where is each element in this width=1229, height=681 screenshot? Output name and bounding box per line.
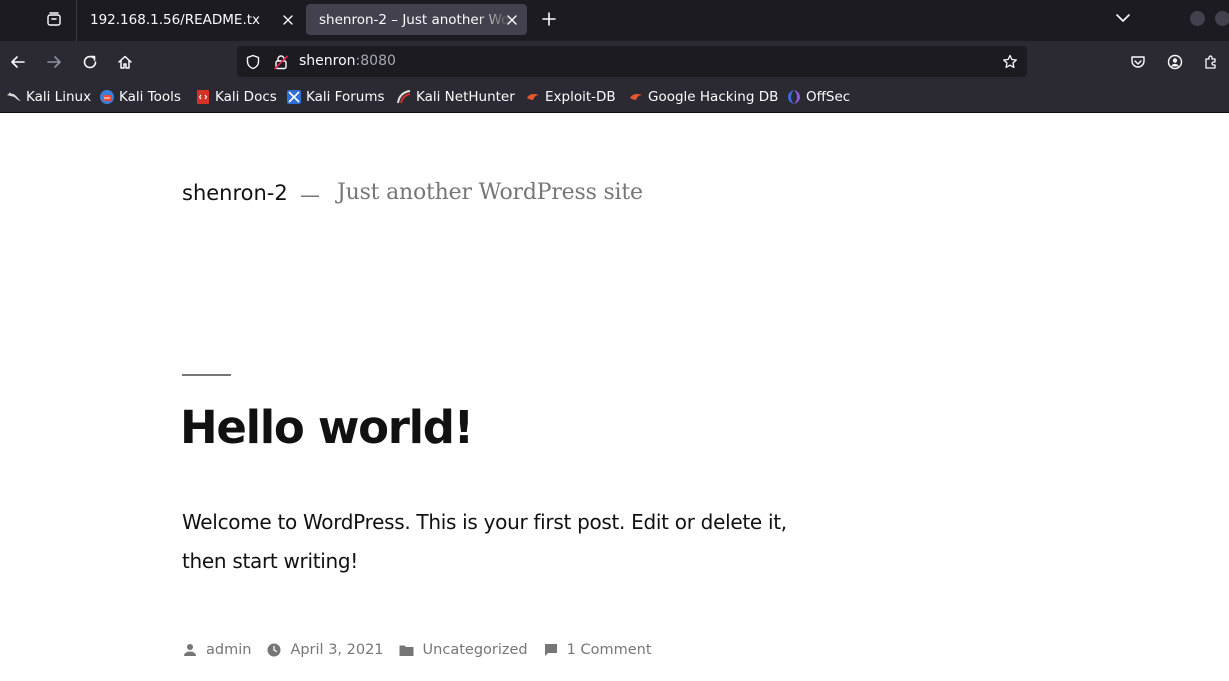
account-button[interactable] xyxy=(1161,48,1189,76)
home-button[interactable] xyxy=(111,48,139,76)
home-icon xyxy=(118,55,132,69)
bookmark-label: Kali Tools xyxy=(119,89,181,105)
insecure-lock-icon xyxy=(274,55,288,70)
close-icon xyxy=(506,14,517,25)
puzzle-icon xyxy=(1205,55,1216,69)
bookmark-page-button[interactable] xyxy=(1001,53,1019,71)
close-tab-button[interactable] xyxy=(280,12,295,27)
bookmark-exploit-db[interactable]: Exploit-DB xyxy=(525,87,616,107)
minimize-button[interactable] xyxy=(1190,11,1205,26)
bookmark-offsec[interactable]: OffSec xyxy=(786,87,850,107)
clock-icon xyxy=(266,642,282,658)
post-author: admin xyxy=(182,642,251,658)
bookmark-kali-nethunter[interactable]: Kali NetHunter xyxy=(396,87,515,107)
plus-icon xyxy=(542,12,556,26)
tab-overview-icon xyxy=(47,12,61,26)
forward-button[interactable] xyxy=(40,48,68,76)
site-description: Just another WordPress site xyxy=(337,180,643,205)
kali-forums-icon xyxy=(286,89,302,105)
bookmark-label: OffSec xyxy=(806,89,851,105)
site-title-link[interactable]: shenron-2 xyxy=(182,181,288,205)
post-title-link[interactable]: Hello world! xyxy=(180,401,474,454)
tab-readme[interactable]: 192.168.1.56/README.txt xyxy=(77,4,303,35)
list-all-tabs-button[interactable] xyxy=(1110,6,1136,30)
bookmark-label: Kali Forums xyxy=(306,89,385,105)
site-title-separator: — xyxy=(300,183,320,207)
forward-arrow-icon xyxy=(47,56,61,68)
bookmark-kali-tools[interactable]: Kali Tools xyxy=(99,87,181,107)
bookmarks-toolbar: Kali Linux Kali Tools Kali Docs Kali For… xyxy=(0,82,1229,113)
person-icon xyxy=(182,642,198,658)
bookmark-kali-docs[interactable]: Kali Docs xyxy=(195,87,277,107)
tab-title: 192.168.1.56/README.txt xyxy=(90,11,260,28)
bookmark-kali-forums[interactable]: Kali Forums xyxy=(286,87,385,107)
exploit-db-icon xyxy=(525,89,541,105)
bookmark-label: Kali Docs xyxy=(215,89,277,105)
new-tab-button[interactable] xyxy=(536,7,562,31)
post-meta: admin April 3, 2021 Uncategorized 1 Comm… xyxy=(182,638,667,662)
ghdb-icon xyxy=(628,89,644,105)
chevron-down-icon xyxy=(1116,14,1130,22)
reload-button[interactable] xyxy=(76,48,104,76)
site-info-button[interactable] xyxy=(272,53,290,71)
reload-icon xyxy=(83,55,97,69)
account-icon xyxy=(1167,54,1183,70)
post-content: Welcome to WordPress. This is your first… xyxy=(182,510,787,573)
post-comments: 1 Comment xyxy=(543,642,652,658)
tab-strip: 192.168.1.56/README.txt shenron-2 – Just… xyxy=(0,0,1229,41)
bookmark-label: Exploit-DB xyxy=(545,89,616,105)
url-port: :8080 xyxy=(355,53,396,69)
pocket-icon xyxy=(1131,56,1145,68)
all-tabs-button[interactable] xyxy=(40,6,68,32)
navigation-toolbar: shenron:8080 xyxy=(0,41,1229,82)
bookmark-google-hacking-db[interactable]: Google Hacking DB xyxy=(628,87,778,107)
back-button[interactable] xyxy=(4,48,32,76)
close-icon xyxy=(282,14,293,25)
tab-shenron[interactable]: shenron-2 – Just another WordPress site xyxy=(306,4,527,35)
author-link[interactable]: admin xyxy=(206,642,251,658)
bookmark-label: Kali NetHunter xyxy=(416,89,515,105)
bookmark-label: Kali Linux xyxy=(26,89,92,105)
folder-icon xyxy=(399,642,415,658)
kali-dragon-icon xyxy=(6,89,22,105)
url-bar[interactable]: shenron:8080 xyxy=(237,46,1027,77)
bookmark-kali-linux[interactable]: Kali Linux xyxy=(6,87,91,107)
kali-tools-icon xyxy=(99,89,115,105)
post-date: April 3, 2021 xyxy=(266,642,384,658)
star-icon xyxy=(1003,54,1017,69)
url-host: shenron xyxy=(299,53,356,69)
url-text[interactable]: shenron:8080 xyxy=(299,53,396,69)
back-arrow-icon xyxy=(11,56,25,68)
tab-title: shenron-2 – Just another WordPress site xyxy=(319,11,511,28)
maximize-button[interactable] xyxy=(1215,11,1229,26)
kali-nethunter-icon xyxy=(396,89,412,105)
bookmark-label: Google Hacking DB xyxy=(648,89,779,105)
comment-icon xyxy=(543,642,559,658)
offsec-icon xyxy=(786,89,802,105)
tracking-protection-button[interactable] xyxy=(244,53,262,71)
kali-docs-icon xyxy=(195,89,211,105)
pocket-button[interactable] xyxy=(1124,48,1152,76)
date-link[interactable]: April 3, 2021 xyxy=(290,642,383,658)
post-category: Uncategorized xyxy=(399,642,528,658)
shield-icon xyxy=(246,54,260,70)
extensions-button[interactable] xyxy=(1197,48,1225,76)
post-title-rule xyxy=(182,374,231,376)
web-page: shenron-2 — Just another WordPress site … xyxy=(0,113,1229,681)
comments-link[interactable]: 1 Comment xyxy=(567,642,652,658)
category-link[interactable]: Uncategorized xyxy=(423,642,528,658)
close-tab-button[interactable] xyxy=(504,12,519,27)
